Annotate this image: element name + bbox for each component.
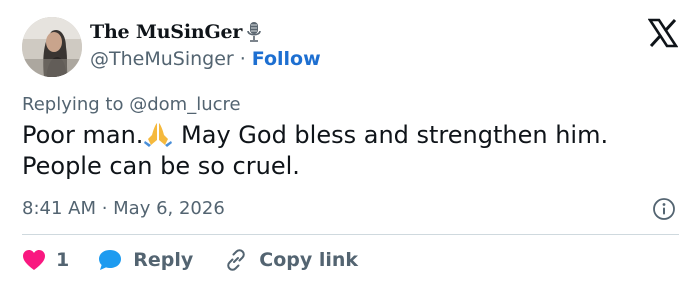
reply-bubble-icon [99, 250, 122, 270]
tweet-text: Poor man. May God bless and strengthen h… [22, 120, 682, 182]
microphone-icon [245, 20, 263, 44]
heart-icon [23, 250, 45, 270]
author-name-row[interactable]: The MuSinGer [90, 19, 263, 45]
replying-to-line: Replying to @dom_lucre [22, 94, 241, 115]
folded-hands-emoji [143, 121, 173, 147]
info-icon[interactable] [652, 197, 676, 221]
link-icon [227, 249, 246, 271]
tweet-timestamp[interactable]: 8:41 AM · May 6, 2026 [22, 198, 225, 219]
reply-mention-link[interactable]: @dom_lucre [129, 94, 240, 115]
separator-dot: · [239, 48, 246, 70]
follow-button[interactable]: Follow [252, 48, 321, 70]
tweet-card: The MuSinGer @TheMuSinger · Follow Reply… [0, 0, 700, 287]
divider [22, 234, 679, 235]
author-handle[interactable]: @TheMuSinger [90, 48, 234, 70]
action-bar: 1 Reply Copy link [22, 246, 358, 274]
reply-button[interactable]: Reply [97, 248, 193, 272]
like-button[interactable]: 1 [22, 249, 69, 271]
reply-label: Reply [133, 249, 194, 271]
x-logo-icon[interactable] [647, 18, 679, 48]
replying-to-prefix: Replying to [22, 94, 124, 115]
display-name[interactable]: The MuSinGer [90, 21, 242, 43]
avatar[interactable] [22, 17, 82, 77]
copy-link-button[interactable]: Copy link [223, 247, 358, 273]
tweet-text-part1: Poor man. [22, 121, 144, 149]
author-handle-row: @TheMuSinger · Follow [90, 48, 321, 70]
like-count: 1 [56, 249, 70, 271]
copy-link-label: Copy link [259, 249, 359, 271]
